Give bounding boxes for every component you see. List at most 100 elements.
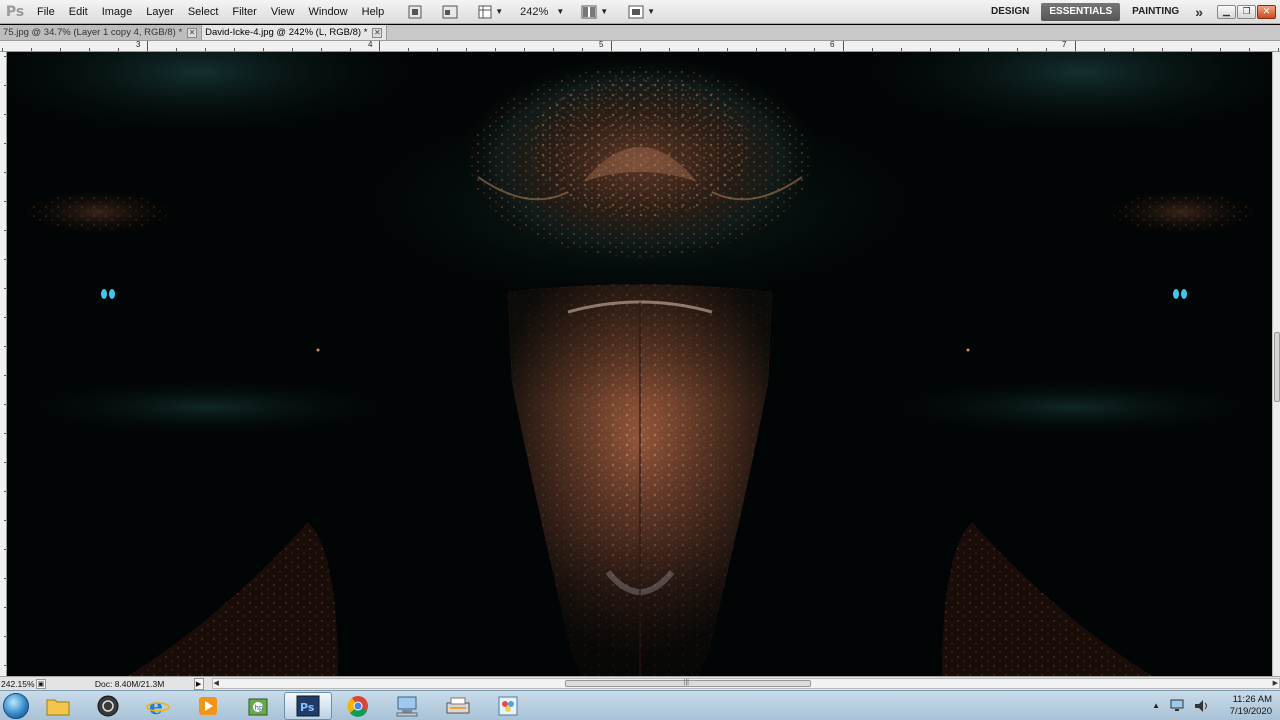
taskbar-chrome[interactable]	[334, 691, 382, 720]
tab-david-icke-4-jpg[interactable]: David-Icke-4.jpg @ 242% (L, RGB/8) * ✕	[202, 25, 388, 40]
ruler-tick	[553, 48, 554, 51]
ruler-tick	[988, 48, 989, 51]
vertical-scrollbar-thumb[interactable]	[1274, 332, 1280, 402]
tab-75-jpg[interactable]: 75.jpg @ 34.7% (Layer 1 copy 4, RGB/8) *…	[0, 25, 203, 40]
taskbar-photoshop[interactable]: Ps	[284, 691, 332, 720]
show-hidden-icons-button[interactable]: ▲	[1152, 701, 1160, 710]
taskbar-network[interactable]	[384, 691, 432, 720]
taskbar-internet-explorer[interactable]: e	[134, 691, 182, 720]
menu-window[interactable]: Window	[302, 0, 355, 24]
minimize-button[interactable]: ▁	[1217, 4, 1236, 19]
network-computer-icon	[396, 696, 418, 716]
ruler-tick	[350, 48, 351, 51]
svg-text:Ps: Ps	[300, 701, 315, 714]
vertical-ruler[interactable]	[0, 52, 7, 676]
status-info-menu-button[interactable]: ▶	[193, 677, 204, 690]
ruler-tick	[4, 462, 6, 463]
arrange-documents-icon	[581, 5, 597, 18]
workspace-switcher: DESIGN ESSENTIALS PAINTING » ▁ ❐ ✕	[983, 0, 1280, 24]
windows-logo-icon	[3, 692, 29, 719]
photoshop-logo: Ps	[5, 3, 25, 20]
ruler-tick	[2, 48, 3, 51]
launch-bridge-button[interactable]	[405, 3, 425, 21]
taskbar-scanner[interactable]	[434, 691, 482, 720]
document-canvas[interactable]	[8, 52, 1272, 676]
zoom-level-dropdown[interactable]: 242% ▼	[520, 6, 564, 18]
hp-icon: hp	[248, 698, 268, 715]
vertical-scrollbar[interactable]	[1272, 52, 1280, 676]
restore-icon: ❐	[1242, 6, 1251, 16]
ruler-label: 6	[830, 41, 835, 49]
minimize-icon: ▁	[1223, 6, 1230, 16]
taskbar-explorer[interactable]	[34, 691, 82, 720]
menu-view[interactable]: View	[264, 0, 302, 24]
start-button[interactable]	[0, 691, 32, 720]
close-button[interactable]: ✕	[1257, 4, 1276, 19]
close-icon[interactable]: ✕	[372, 27, 383, 38]
menu-file[interactable]: File	[30, 0, 62, 24]
menu-bar: Ps File Edit Image Layer Select Filter V…	[0, 0, 1280, 24]
menu-edit[interactable]: Edit	[62, 0, 95, 24]
chevron-down-icon: ▼	[600, 7, 609, 16]
ruler-tick	[4, 201, 6, 202]
workspace-painting[interactable]: PAINTING	[1124, 3, 1187, 21]
taskbar-media-player[interactable]	[184, 691, 232, 720]
ruler-tick	[4, 549, 6, 550]
more-workspaces-button[interactable]: »	[1187, 4, 1211, 20]
ruler-tick	[1162, 48, 1163, 51]
ruler-tick	[4, 665, 6, 666]
network-tray-icon[interactable]	[1170, 698, 1186, 714]
ruler-tick	[4, 404, 6, 405]
clock[interactable]: 11:26 AM 7/19/2020	[1218, 694, 1272, 718]
ruler-tick	[4, 259, 6, 260]
ruler-tick	[147, 41, 148, 51]
launch-mini-bridge-button[interactable]	[439, 3, 461, 21]
screen-mode-button[interactable]: ▼	[625, 3, 658, 21]
horizontal-scrollbar[interactable]: ◀ ||| ▶	[211, 678, 1280, 689]
menu-image[interactable]: Image	[95, 0, 140, 24]
system-tray: ▲ 11:26 AM 7/19/2020	[1152, 691, 1280, 720]
ruler-tick	[814, 48, 815, 51]
scroll-left-icon[interactable]: ◀	[214, 679, 219, 688]
bridge-icon	[408, 5, 422, 18]
menu-select[interactable]: Select	[181, 0, 226, 24]
restore-button[interactable]: ❐	[1237, 4, 1256, 19]
ruler-tick	[437, 48, 438, 51]
menu-layer[interactable]: Layer	[139, 0, 181, 24]
svg-text:e: e	[149, 694, 163, 718]
ruler-tick	[4, 114, 6, 115]
close-icon[interactable]: ✕	[187, 27, 198, 38]
horizontal-scrollbar-thumb[interactable]: |||	[564, 679, 811, 687]
horizontal-ruler[interactable]: 3 4 5 6 7	[0, 41, 1280, 52]
windows-taskbar: e hp Ps ▲ 11:26 AM 7/19/2020	[0, 690, 1280, 720]
ruler-tick	[1017, 48, 1018, 51]
ruler-tick	[756, 48, 757, 51]
zoom-status[interactable]: 242.15%	[0, 679, 36, 689]
ruler-tick	[176, 48, 177, 51]
volume-tray-icon[interactable]	[1194, 698, 1210, 714]
network-icon	[1170, 699, 1184, 711]
taskbar-media-center[interactable]	[84, 691, 132, 720]
ruler-tick	[1133, 48, 1134, 51]
settings-icon: ▣	[37, 680, 45, 688]
taskbar-hp[interactable]: hp	[234, 691, 282, 720]
ruler-tick	[4, 491, 6, 492]
screen-mode-icon	[628, 5, 644, 18]
folder-icon	[46, 699, 70, 715]
workspace-essentials[interactable]: ESSENTIALS	[1041, 2, 1121, 21]
ruler-tick	[292, 48, 293, 51]
ruler-tick	[408, 48, 409, 51]
scroll-right-icon[interactable]: ▶	[1273, 679, 1278, 688]
chevron-down-icon: ▼	[556, 7, 565, 16]
workspace-design[interactable]: DESIGN	[983, 3, 1037, 21]
menu-help[interactable]: Help	[355, 0, 392, 24]
status-settings-button[interactable]: ▣	[35, 678, 46, 689]
speaker-icon	[1195, 699, 1207, 712]
menu-filter[interactable]: Filter	[225, 0, 263, 24]
grip-icon: |||	[683, 679, 689, 686]
ruler-tick	[669, 48, 670, 51]
arrange-documents-button[interactable]: ▼	[578, 3, 611, 21]
view-extras-button[interactable]: ▼	[475, 3, 506, 21]
taskbar-paint[interactable]	[484, 691, 532, 720]
ruler-tick	[4, 143, 6, 144]
